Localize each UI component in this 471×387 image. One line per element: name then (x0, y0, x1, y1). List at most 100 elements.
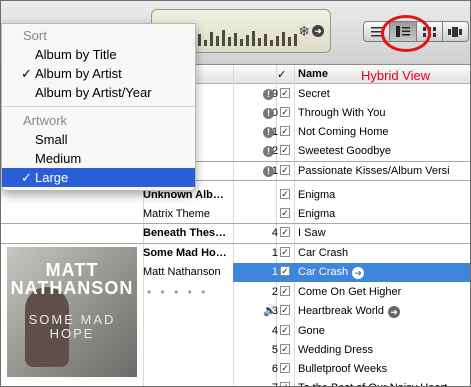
table-row[interactable]: 11!✓Not Coming Home (233, 123, 470, 142)
sort-menu-item[interactable]: ✓ Album by Artist (2, 64, 195, 83)
track-checkbox[interactable]: ✓ (280, 208, 290, 218)
track-name-text: Enigma (298, 208, 336, 220)
sort-menu-item[interactable]: Album by Artist/Year (2, 83, 195, 102)
hybrid-view-button[interactable] (390, 21, 417, 42)
sort-section-header: Sort (23, 28, 47, 43)
track-checkbox[interactable]: ✓ (280, 325, 290, 335)
track-name-text: Secret (298, 88, 330, 100)
track-checkbox[interactable]: ✓ (280, 247, 290, 257)
name-column-header[interactable]: Name (298, 68, 328, 80)
track-name-text: Car Crash (298, 266, 349, 278)
album-artwork[interactable]: MATT NATHANSON SOME MAD HOPE (7, 247, 137, 377)
album-separator (1, 243, 470, 244)
track-name-text: Wedding Dress (298, 344, 373, 356)
atom-icon[interactable]: ❄ (298, 23, 310, 39)
album-label: Matt Nathanson (143, 266, 221, 278)
track-number: 7 (248, 382, 278, 386)
equalizer-bar (276, 36, 279, 46)
album-label: Beneath Thes… (143, 227, 227, 239)
equalizer-bar (228, 37, 231, 46)
artwork-title-text: SOME MAD HOPE (28, 312, 116, 341)
warning-icon: ! (263, 127, 274, 138)
artwork-items: Small Medium ✓ Large (2, 130, 195, 187)
equalizer-bar (282, 32, 285, 46)
table-row[interactable]: 5 ✓ Wedding Dress (233, 341, 470, 360)
sort-items: Album by Title ✓ Album by Artist Album by A… (2, 45, 195, 102)
track-name: Wedding Dress (298, 344, 470, 356)
table-row[interactable]: 4 ✓ I Saw (233, 224, 470, 243)
table-row[interactable]: 12!✓Sweetest Goodbye (233, 142, 470, 161)
track-number: 2 (271, 286, 278, 298)
cover-flow-view-button[interactable] (442, 21, 469, 42)
track-name-text: Sweetest Goodbye (298, 145, 391, 157)
table-row[interactable]: 3 🔊 ✓ Heartbreak World ➜ (233, 302, 470, 321)
track-checkbox[interactable]: ✓ (280, 305, 290, 315)
track-checkbox[interactable]: ✓ (280, 363, 290, 373)
track-name-text: Passionate Kisses/Album Versi (298, 165, 450, 177)
checkmark-icon: ✓ (21, 170, 32, 185)
table-row[interactable]: 7✓ To the Best of Our Noisy Heart (233, 379, 470, 386)
artwork-menu-item[interactable]: Medium (2, 149, 195, 168)
track-checkbox[interactable]: ✓ (280, 88, 290, 98)
track-number: 4 (271, 325, 278, 337)
track-name: Bulletproof Weeks (298, 363, 470, 375)
list-view-button[interactable] (363, 21, 391, 42)
track-name-text: Enigma (298, 189, 336, 201)
arrow-link-icon[interactable]: ➜ (388, 306, 400, 318)
table-row[interactable]: 1 ✓ Car Crash ➜ (233, 263, 470, 282)
table-row[interactable]: 9! ✓ Secret (233, 85, 470, 104)
table-row[interactable]: ✓ Enigma (233, 205, 470, 224)
artwork-section-header: Artwork (23, 113, 68, 128)
track-checkbox[interactable]: ✓ (280, 286, 290, 296)
equalizer-bar (216, 36, 219, 46)
track-name-text: Bulletproof Weeks (298, 363, 388, 375)
checkmark-icon: ✓ (21, 66, 32, 81)
artwork-menu-item[interactable]: ✓ Large (2, 168, 195, 187)
checkbox-column-header[interactable]: ✓ (277, 68, 286, 81)
table-row[interactable]: 10!✓Through With You (233, 104, 470, 123)
track-number: 1 (271, 266, 278, 278)
table-row[interactable]: 2 ✓ Come On Get Higher (233, 283, 470, 302)
track-name: Gone (298, 325, 470, 337)
track-name: I Saw (298, 227, 470, 239)
track-name-text: Heartbreak World (298, 305, 384, 317)
track-checkbox[interactable]: ✓ (280, 145, 290, 155)
table-row[interactable]: 1 ✓ Car Crash (233, 244, 470, 263)
track-checkbox[interactable]: ✓ (280, 266, 290, 276)
hybrid-view-annotation: Hybrid View (361, 68, 431, 83)
sort-menu-item[interactable]: Album by Title (2, 45, 195, 64)
rating-dots[interactable]: • • • • • (147, 285, 208, 299)
table-row[interactable]: ✓ Enigma (233, 186, 470, 205)
track-checkbox[interactable]: ✓ (280, 126, 290, 136)
grid-view-icon (422, 26, 436, 37)
table-row[interactable]: 6 ✓ Bulletproof Weeks (233, 360, 470, 379)
track-name: Heartbreak World ➜ (298, 305, 470, 318)
track-name-text: I Saw (298, 227, 326, 239)
warning-icon: ! (263, 89, 274, 100)
warning-icon: ! (263, 108, 274, 119)
track-checkbox[interactable]: ✓ (280, 344, 290, 354)
list-view-icon (370, 26, 383, 36)
artwork-menu-item[interactable]: Small (2, 130, 195, 149)
table-row[interactable]: 1! ✓ Passionate Kisses/Album Versi (233, 162, 470, 181)
track-name: Sweetest Goodbye (298, 145, 470, 157)
artwork-menu-item-label: Large (35, 170, 69, 185)
track-checkbox[interactable]: ✓ (280, 107, 290, 117)
arrow-icon[interactable]: ➜ (312, 25, 324, 37)
track-checkbox[interactable]: ✓ (280, 227, 290, 237)
track-name-text: Car Crash (298, 247, 349, 259)
arrow-link-icon[interactable]: ➜ (352, 267, 365, 279)
track-number: 1 (271, 247, 278, 259)
track-name: Enigma (298, 189, 470, 201)
track-name: Car Crash (298, 247, 470, 259)
album-label: Matrix Theme (143, 208, 211, 220)
track-name-text: Come On Get Higher (298, 286, 402, 298)
grid-view-button[interactable] (416, 21, 443, 42)
track-name: Come On Get Higher (298, 286, 470, 298)
track-checkbox[interactable]: ✓ (280, 189, 290, 199)
equalizer-bar (264, 34, 267, 46)
table-row[interactable]: 4 ✓ Gone (233, 322, 470, 341)
track-checkbox[interactable]: ✓ (280, 165, 290, 175)
view-switcher (363, 21, 469, 42)
track-checkbox[interactable]: ✓ (280, 382, 290, 386)
